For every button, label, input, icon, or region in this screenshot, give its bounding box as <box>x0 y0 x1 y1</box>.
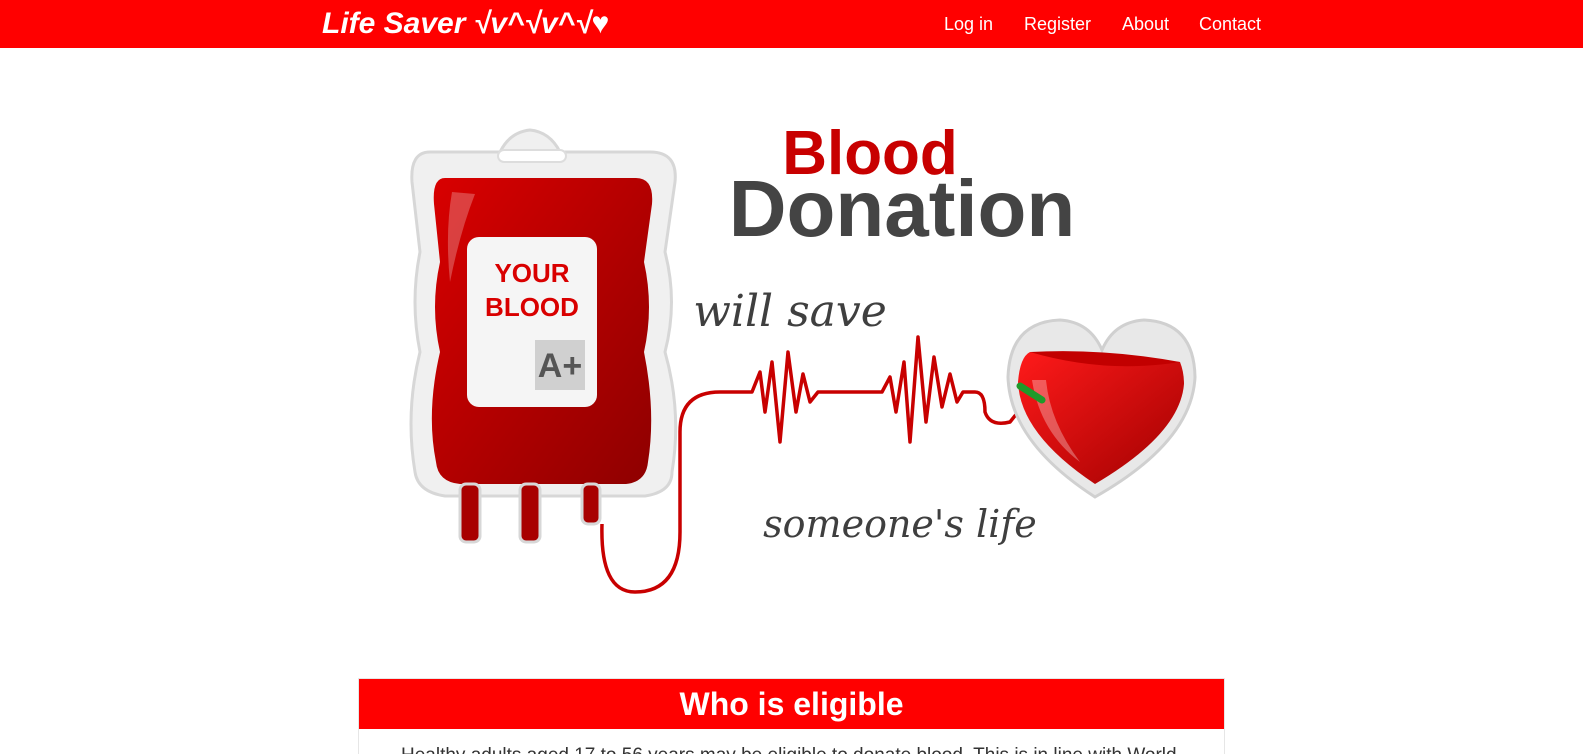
heart-icon <box>1006 318 1197 499</box>
eligibility-heading: Who is eligible <box>359 679 1224 729</box>
hero-title-donation: Donation <box>729 164 1076 253</box>
eligibility-text: Healthy adults aged 17 to 56 years may b… <box>401 743 1191 754</box>
blood-bag-icon: YOUR BLOOD A+ <box>409 128 678 544</box>
hero-tagline-will-save: will save <box>693 286 887 337</box>
eligibility-card: Who is eligible Healthy adults aged 17 t… <box>358 678 1225 754</box>
nav-login-link[interactable]: Log in <box>944 13 993 35</box>
bag-label-line1: YOUR <box>494 258 569 288</box>
hero-tagline-someones-life: someone's life <box>763 502 1037 546</box>
blood-donation-illustration: YOUR BLOOD A+ Blood Donation will save s… <box>409 119 1197 594</box>
bag-label-line2: BLOOD <box>485 292 579 322</box>
nav-about-link[interactable]: About <box>1122 13 1169 35</box>
brand-logo-link[interactable]: Life Saver √v^√v^√♥ <box>322 6 609 42</box>
hero-banner: YOUR BLOOD A+ Blood Donation will save s… <box>390 112 1200 612</box>
blood-type-badge: A+ <box>538 347 582 385</box>
nav-contact-link[interactable]: Contact <box>1199 13 1261 35</box>
top-navbar: Life Saver √v^√v^√♥ Log in Register Abou… <box>0 0 1583 48</box>
nav-register-link[interactable]: Register <box>1024 13 1091 35</box>
